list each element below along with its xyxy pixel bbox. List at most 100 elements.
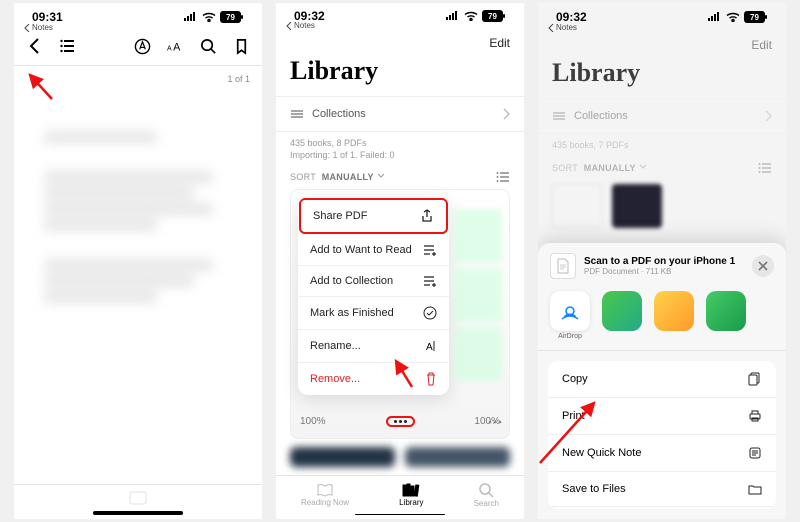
collections-row[interactable]: Collections	[276, 96, 524, 132]
folder-icon	[748, 483, 762, 495]
home-indicator[interactable]	[355, 514, 445, 515]
share-icon	[420, 209, 434, 223]
status-time: 09:31	[32, 10, 63, 24]
action-print[interactable]: Print	[548, 398, 776, 435]
sort-value[interactable]: MANUALLY	[584, 163, 636, 173]
action-save-files[interactable]: Save to Files	[548, 472, 776, 507]
status-time: 09:32	[556, 10, 587, 24]
edit-button[interactable]: Edit	[751, 38, 772, 52]
svg-text:A: A	[173, 41, 181, 53]
target-app-1[interactable]	[600, 291, 644, 340]
tab-reading-now[interactable]: Reading Now	[301, 483, 349, 507]
action-quick-note[interactable]: New Quick Note	[548, 435, 776, 472]
book-preview-blur	[454, 209, 502, 381]
ctx-add-collection[interactable]: Add to Collection	[298, 266, 449, 297]
stats-books: 435 books, 8 PDFs	[290, 138, 510, 150]
wifi-icon	[202, 12, 216, 22]
view-list-icon[interactable]	[758, 162, 772, 174]
book-covers-blur	[276, 439, 524, 474]
back-to-app[interactable]: Notes	[538, 23, 786, 32]
ctx-want-to-read[interactable]: Add to Want to Read	[298, 235, 449, 266]
library-stats: 435 books, 7 PDFs	[538, 134, 786, 152]
close-button[interactable]	[752, 255, 774, 277]
phone-screen-1: 09:31 79 Notes AA 1 of 1	[14, 3, 262, 519]
share-sheet: Scan to a PDF on your iPhone 1 PDF Docum…	[538, 243, 786, 519]
action-print-label: Print	[562, 410, 585, 422]
battery-icon: 79	[744, 11, 768, 23]
tab-library[interactable]: Library	[399, 483, 423, 507]
collections-icon	[290, 108, 304, 120]
doc-icon	[556, 258, 570, 274]
ctx-rename[interactable]: Rename... A	[298, 330, 449, 363]
ctx-share-pdf[interactable]: Share PDF	[301, 200, 446, 232]
chevron-right-icon	[502, 108, 510, 120]
collections-label: Collections	[574, 110, 628, 122]
library-stats: 435 books, 8 PDFs Importing: 1 of 1. Fai…	[276, 132, 524, 161]
page-indicator: 1 of 1	[14, 66, 262, 92]
back-app-label: Notes	[32, 23, 53, 32]
progress-row: 100% 100%	[300, 416, 500, 427]
back-to-app[interactable]: Notes	[276, 21, 524, 30]
rename-icon: A	[423, 339, 437, 353]
battery-icon: 79	[220, 11, 244, 23]
wifi-icon	[464, 11, 478, 21]
sort-value[interactable]: MANUALLY	[322, 172, 374, 182]
action-save-label: Save to Files	[562, 483, 626, 495]
stats-books: 435 books, 7 PDFs	[552, 140, 772, 152]
back-to-app[interactable]: Notes	[14, 23, 262, 32]
back-app-label: Notes	[294, 21, 315, 30]
ctx-mark-finished[interactable]: Mark as Finished	[298, 297, 449, 330]
trash-icon	[425, 372, 437, 386]
target-app-2[interactable]	[652, 291, 696, 340]
contents-icon[interactable]	[60, 37, 78, 55]
status-bar: 09:32 79	[276, 3, 524, 23]
back-icon[interactable]	[26, 37, 44, 55]
status-bar: 09:31 79	[14, 3, 262, 25]
close-icon	[758, 261, 768, 271]
signal-icon	[707, 12, 722, 22]
edit-button[interactable]: Edit	[489, 36, 510, 50]
view-list-icon[interactable]	[496, 171, 510, 183]
home-indicator[interactable]	[93, 511, 183, 515]
check-circle-icon	[423, 306, 437, 320]
action-share-notability[interactable]: Share to Notability	[548, 507, 776, 509]
action-copy[interactable]: Copy	[548, 361, 776, 398]
back-app-label: Notes	[556, 23, 577, 32]
text-size-icon[interactable]: AA	[167, 38, 184, 55]
context-area: Share PDF Add to Want to Read Add to Col…	[290, 189, 510, 439]
stats-import: Importing: 1 of 1. Failed: 0	[290, 150, 510, 162]
tab-search[interactable]: Search	[474, 482, 499, 508]
sort-label: SORT	[552, 163, 578, 173]
action-copy-label: Copy	[562, 373, 588, 385]
bookmark-icon[interactable]	[233, 38, 250, 55]
svg-text:A: A	[167, 45, 172, 52]
ctx-want-label: Add to Want to Read	[310, 244, 412, 256]
share-targets: AirDrop	[538, 289, 786, 351]
markup-icon[interactable]	[134, 38, 151, 55]
collections-row[interactable]: Collections	[538, 98, 786, 134]
search-icon[interactable]	[200, 38, 217, 55]
target-airdrop-label: AirDrop	[558, 333, 582, 340]
page-title: Library	[538, 58, 786, 98]
collections-icon	[552, 110, 566, 122]
page-title: Library	[276, 56, 524, 96]
ctx-rename-label: Rename...	[310, 340, 361, 352]
target-airdrop[interactable]: AirDrop	[548, 291, 592, 340]
ctx-remove-label: Remove...	[310, 373, 360, 385]
collections-label: Collections	[312, 108, 366, 120]
more-button[interactable]	[386, 416, 415, 427]
chevron-down-icon	[377, 173, 385, 179]
svg-text:79: 79	[750, 13, 759, 22]
ctx-share-label: Share PDF	[313, 210, 367, 222]
print-icon	[748, 409, 762, 423]
target-app-3[interactable]	[704, 291, 748, 340]
ctx-remove[interactable]: Remove...	[298, 363, 449, 395]
book-covers-dim	[552, 184, 772, 228]
phone-screen-2: 09:32 79 Notes Edit Library Collections …	[276, 3, 524, 519]
list-add-icon	[423, 244, 437, 256]
more-icon-right[interactable]	[488, 420, 502, 424]
reader-toolbar: AA	[14, 32, 262, 66]
progress-left: 100%	[300, 416, 326, 427]
quicknote-icon	[748, 446, 762, 460]
share-doc-subtitle: PDF Document · 711 KB	[584, 267, 744, 276]
